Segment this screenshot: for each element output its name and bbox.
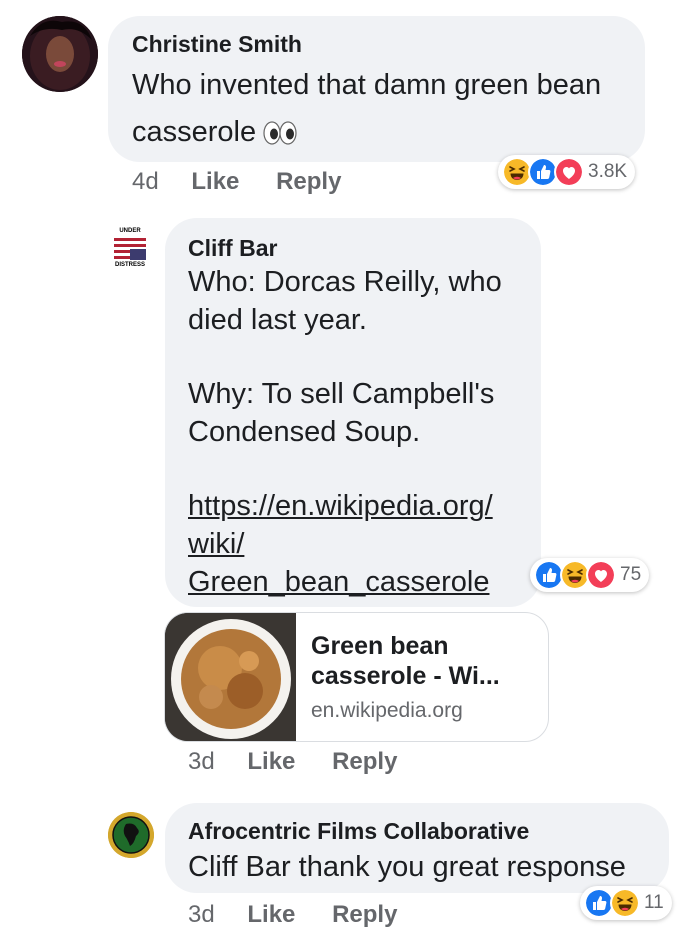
comment-author[interactable]: Christine Smith [132,31,302,58]
like-button[interactable]: Like [191,168,239,195]
comment-line: Why: To sell Campbell's [188,378,495,410]
comment-line: Cliff Bar thank you great response [188,851,626,883]
reaction-count: 75 [620,564,642,585]
comment-actions: 3d Like Reply [188,901,397,929]
comment-line: died last year. [188,304,367,336]
eyes-emoji-icon [262,120,298,146]
avatar[interactable] [22,16,98,92]
comment-bubble: Afrocentric Films Collaborative Cliff Ba… [165,803,669,893]
avatar-text-bottom: DISTRESS [114,262,145,268]
preview-title-line: Green bean [311,632,449,660]
comment-author[interactable]: Cliff Bar [188,235,277,262]
comment-line: Who invented that damn green bean [132,69,602,101]
logo-icon [108,812,154,858]
love-icon [554,157,584,187]
comment-time[interactable]: 3d [188,901,215,928]
comment-text: Who invented that damn green bean casser… [132,62,637,156]
reaction-count: 3.8K [588,161,628,182]
reaction-summary[interactable]: 11 [580,886,672,920]
comment-time[interactable]: 3d [188,748,215,775]
like-button[interactable]: Like [247,748,295,775]
comment-text: Who: Dorcas Reilly, who died last year. … [188,263,533,601]
comment-text: Cliff Bar thank you great response [188,848,663,886]
reaction-summary[interactable]: 75 [530,558,650,592]
comment-bubble: Cliff Bar Who: Dorcas Reilly, who died l… [165,218,541,607]
link-preview-card[interactable]: Green bean casserole - Wi... en.wikipedi… [164,612,549,742]
haha-icon [610,888,640,918]
comment-author[interactable]: Afrocentric Films Collaborative [188,818,529,845]
comment-actions: 3d Like Reply [188,748,397,776]
love-icon [586,560,616,590]
reply-button[interactable]: Reply [332,901,397,928]
comment-line: Condensed Soup. [188,416,421,448]
comment-line: Who: Dorcas Reilly, who [188,266,502,298]
avatar[interactable] [108,812,154,858]
reply-button[interactable]: Reply [276,168,341,195]
reaction-count: 11 [644,892,664,913]
comment-actions: 4d Like Reply [132,168,341,196]
flag-icon [114,238,146,260]
comment-line: casserole [132,116,257,148]
like-button[interactable]: Like [247,901,295,928]
avatar-text-top: UNDER [119,228,141,234]
avatar[interactable]: UNDER DISTRESS [108,228,152,272]
comment-bubble: Christine Smith Who invented that damn g… [108,16,645,162]
preview-title[interactable]: Green bean casserole - Wi... [311,631,500,691]
wikipedia-link[interactable]: https://en.wikipedia.org/ [188,487,533,525]
reaction-summary[interactable]: 3.8K [498,155,636,189]
preview-title-line: casserole - Wi... [311,662,500,690]
wikipedia-link[interactable]: wiki/ [188,525,533,563]
preview-domain: en.wikipedia.org [311,699,463,722]
preview-thumbnail [165,613,296,741]
comment-time[interactable]: 4d [132,168,159,195]
wikipedia-link[interactable]: Green_bean_casserole [188,563,533,601]
reply-button[interactable]: Reply [332,748,397,775]
profile-photo [22,16,98,92]
